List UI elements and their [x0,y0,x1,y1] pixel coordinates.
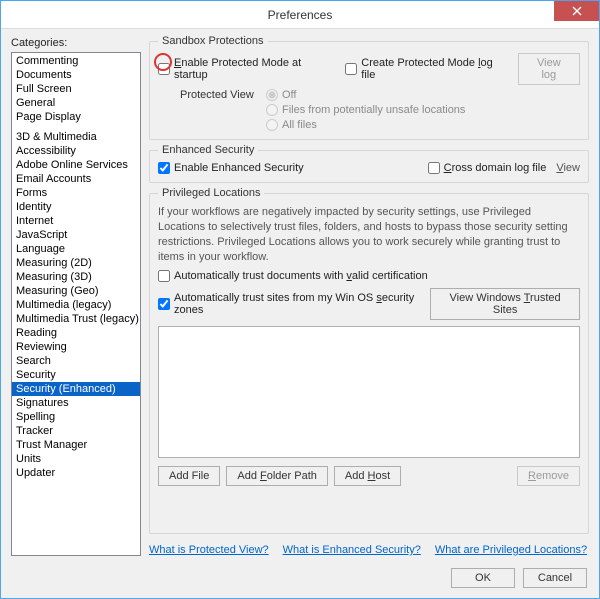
link-protected-view[interactable]: What is Protected View? [149,544,269,556]
privileged-locations-group: Privileged Locations If your workflows a… [149,187,589,534]
window-title: Preferences [268,8,333,22]
help-links: What is Protected View? What is Enhanced… [149,544,589,556]
link-privileged-locations[interactable]: What are Privileged Locations? [435,544,587,556]
privileged-locations-list[interactable] [158,326,580,458]
category-item[interactable]: Multimedia (legacy) [12,298,140,312]
view-log-button[interactable]: View log [518,53,580,85]
category-item[interactable]: Email Accounts [12,172,140,186]
category-item[interactable]: Forms [12,186,140,200]
category-item[interactable]: Measuring (Geo) [12,284,140,298]
category-item[interactable]: Internet [12,214,140,228]
category-item[interactable]: Search [12,354,140,368]
add-host-button[interactable]: Add Host [334,466,401,486]
priv-legend: Privileged Locations [158,187,264,199]
category-item[interactable]: Signatures [12,396,140,410]
enable-protected-mode-checkbox[interactable]: Enable Protected Mode at startup [158,57,333,81]
categories-list[interactable]: CommentingDocumentsFull ScreenGeneralPag… [11,52,141,556]
settings-panel: Sandbox Protections Enable Protected Mod… [149,35,589,556]
category-item[interactable]: Identity [12,200,140,214]
protected-view-off-radio[interactable]: Off [266,89,465,101]
create-log-file-checkbox[interactable]: Create Protected Mode log file [345,57,505,81]
priv-help-text: If your workflows are negatively impacte… [158,205,580,264]
view-link[interactable]: View [556,162,580,174]
remove-button[interactable]: Remove [517,466,580,486]
add-folder-path-button[interactable]: Add Folder Path [226,466,328,486]
protected-view-unsafe-radio[interactable]: Files from potentially unsafe locations [266,104,465,116]
category-item[interactable]: Updater [12,466,140,480]
categories-label: Categories: [11,37,141,49]
categories-column: Categories: CommentingDocumentsFull Scre… [11,35,141,556]
category-item[interactable]: General [12,96,140,110]
auto-trust-valid-cert-checkbox[interactable]: Automatically trust documents with valid… [158,270,580,282]
close-button[interactable] [554,1,599,21]
category-item[interactable]: Page Display [12,110,140,124]
category-item[interactable]: Units [12,452,140,466]
ok-button[interactable]: OK [451,568,515,588]
category-item[interactable]: Adobe Online Services [12,158,140,172]
category-item[interactable]: Tracker [12,424,140,438]
sandbox-protections-group: Sandbox Protections Enable Protected Mod… [149,35,589,140]
protected-view-all-radio[interactable]: All files [266,119,465,131]
category-item[interactable]: Trust Manager [12,438,140,452]
category-item[interactable]: Security [12,368,140,382]
titlebar: Preferences [1,1,599,29]
category-item[interactable]: Multimedia Trust (legacy) [12,312,140,326]
category-item[interactable]: 3D & Multimedia [12,130,140,144]
close-icon [572,6,582,16]
category-item[interactable]: Language [12,242,140,256]
sandbox-legend: Sandbox Protections [158,35,268,47]
category-item[interactable]: Spelling [12,410,140,424]
enhanced-security-group: Enhanced Security Enable Enhanced Securi… [149,144,589,183]
category-item[interactable]: JavaScript [12,228,140,242]
category-item[interactable]: Accessibility [12,144,140,158]
category-item[interactable]: Measuring (3D) [12,270,140,284]
enable-enhanced-security-checkbox[interactable]: Enable Enhanced Security [158,162,304,174]
cancel-button[interactable]: Cancel [523,568,587,588]
add-file-button[interactable]: Add File [158,466,220,486]
preferences-window: Preferences Categories: CommentingDocume… [0,0,600,599]
dialog-body: Categories: CommentingDocumentsFull Scre… [1,29,599,562]
category-item[interactable]: Documents [12,68,140,82]
category-item[interactable]: Reading [12,326,140,340]
protected-view-label: Protected View [180,89,258,101]
auto-trust-zones-checkbox[interactable]: Automatically trust sites from my Win OS… [158,292,424,316]
category-item[interactable]: Full Screen [12,82,140,96]
view-trusted-sites-button[interactable]: View Windows Trusted Sites [430,288,580,320]
enhanced-legend: Enhanced Security [158,144,258,156]
link-enhanced-security[interactable]: What is Enhanced Security? [283,544,421,556]
cross-domain-log-checkbox[interactable]: Cross domain log file [428,162,547,174]
category-item[interactable]: Measuring (2D) [12,256,140,270]
category-item[interactable]: Reviewing [12,340,140,354]
category-item[interactable]: Security (Enhanced) [12,382,140,396]
category-item[interactable]: Commenting [12,54,140,68]
dialog-buttons: OK Cancel [1,562,599,598]
